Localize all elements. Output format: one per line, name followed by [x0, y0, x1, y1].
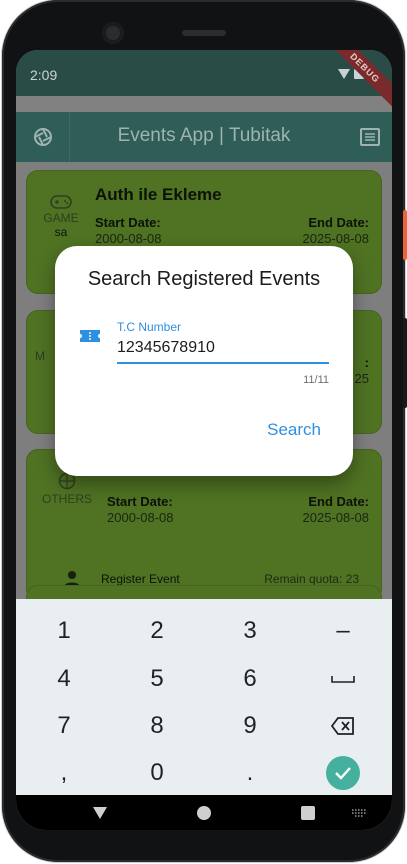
keyboard-icon [352, 809, 366, 817]
ticket-icon [80, 330, 100, 342]
list-view-icon[interactable] [358, 125, 382, 149]
screen: 2:09 DEBUG Events App | Tubitak GAME sa … [16, 50, 392, 830]
event-category: M [27, 349, 53, 363]
home-circle-icon [197, 806, 211, 820]
start-date-label: Start Date: [107, 494, 173, 509]
register-event-button[interactable]: Register Event [101, 572, 180, 586]
category-label: M [35, 349, 45, 363]
status-bar: 2:09 DEBUG [16, 50, 392, 113]
key-6[interactable]: 6 [220, 659, 280, 699]
backspace-icon [331, 717, 354, 735]
key-1[interactable]: 1 [34, 611, 94, 651]
key-8[interactable]: 8 [127, 706, 187, 746]
keyboard-switch-button[interactable] [348, 803, 370, 823]
dialog-title: Search Registered Events [87, 268, 321, 290]
back-triangle-icon [93, 807, 107, 819]
event-category: GAME sa [37, 195, 85, 239]
debug-banner: DEBUG [320, 50, 392, 113]
event-category: OTHERS [41, 472, 93, 506]
search-button[interactable]: Search [267, 420, 321, 440]
start-date-label: Start Date: [95, 215, 161, 230]
end-date-label: End Date: [308, 494, 369, 509]
gamepad-icon [50, 195, 72, 209]
done-key[interactable] [326, 756, 360, 790]
key-2[interactable]: 2 [127, 611, 187, 651]
power-button [403, 210, 407, 260]
key-period[interactable]: . [220, 753, 280, 793]
numeric-keyboard: 1 2 3 – 4 5 6 7 8 9 , 0 . [16, 599, 392, 795]
space-icon [331, 676, 355, 683]
navigation-bar [16, 795, 392, 830]
earpiece-speaker [182, 30, 226, 36]
key-space[interactable] [313, 659, 373, 699]
volume-button [403, 318, 407, 408]
end-date-label: : [364, 355, 369, 370]
app-title: Events App | Tubitak [117, 125, 291, 146]
aperture-button[interactable] [16, 112, 70, 162]
search-dialog: Search Registered Events T.C Number 11/1… [55, 246, 353, 476]
start-date-value: 2000-08-08 [107, 510, 174, 525]
key-0[interactable]: 0 [127, 753, 187, 793]
key-comma[interactable]: , [34, 753, 94, 793]
key-3[interactable]: 3 [220, 611, 280, 651]
remaining-quota: Remain quota: 23 [264, 572, 359, 586]
event-title: Auth ile Ekleme [95, 185, 222, 204]
phone-frame: 2:09 DEBUG Events App | Tubitak GAME sa … [2, 0, 407, 862]
end-date-value: 25 [354, 371, 369, 386]
key-backspace[interactable] [313, 706, 373, 746]
key-4[interactable]: 4 [34, 659, 94, 699]
category-label: OTHERS [41, 492, 92, 506]
recents-square-icon [301, 806, 315, 820]
character-counter: 11/11 [303, 374, 329, 386]
app-bar: Events App | Tubitak [16, 112, 392, 162]
end-date-value: 2025-08-08 [302, 231, 370, 246]
back-button[interactable] [89, 803, 111, 823]
start-date-value: 2000-08-08 [95, 231, 162, 246]
category-label: GAME [43, 211, 79, 225]
end-date-value: 2025-08-08 [302, 510, 370, 525]
end-date-label: End Date: [308, 215, 369, 230]
check-icon [335, 767, 351, 780]
tc-number-input[interactable] [117, 334, 329, 364]
key-9[interactable]: 9 [220, 706, 280, 746]
recents-button[interactable] [297, 803, 319, 823]
tc-number-label: T.C Number [117, 320, 182, 334]
status-time: 2:09 [30, 67, 58, 83]
home-button[interactable] [193, 803, 215, 823]
key-dash[interactable]: – [313, 611, 373, 651]
front-camera [102, 22, 124, 44]
key-7[interactable]: 7 [34, 706, 94, 746]
category-value: sa [54, 225, 68, 239]
aperture-icon [33, 128, 52, 146]
key-5[interactable]: 5 [127, 659, 187, 699]
